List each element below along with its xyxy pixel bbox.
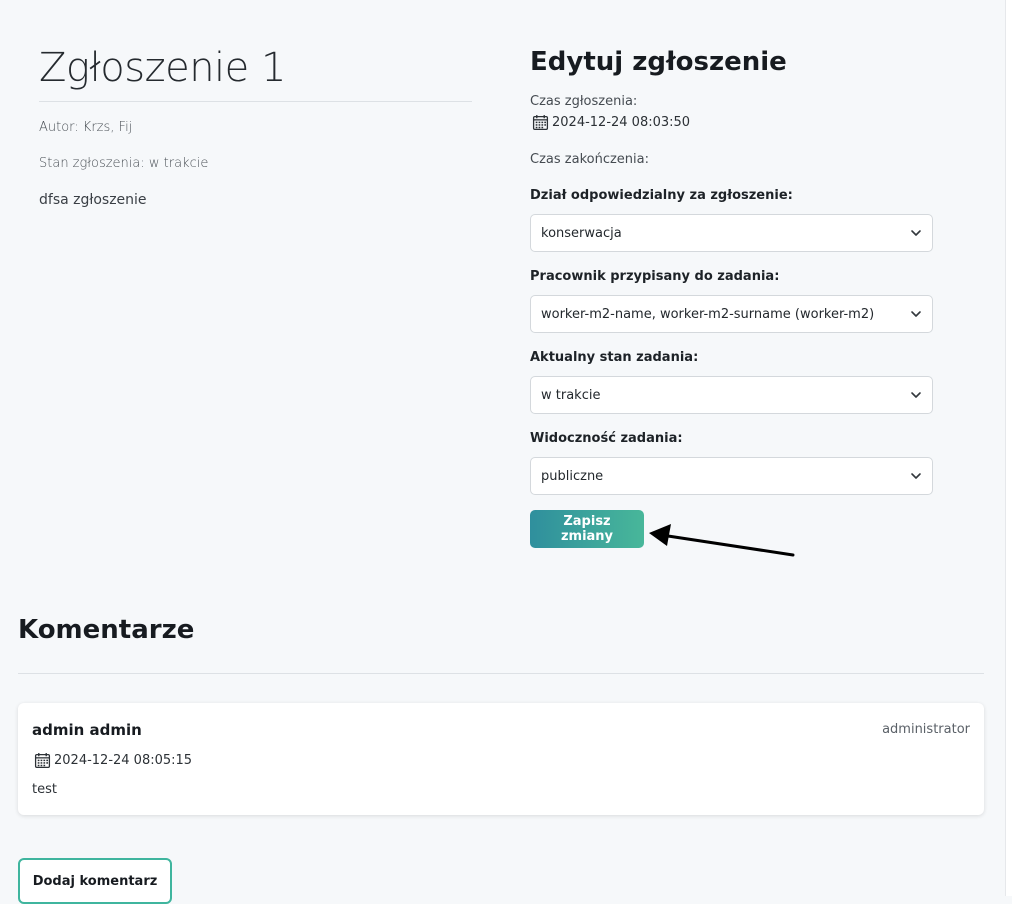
created-time-row: 2024-12-24 08:03:50	[532, 114, 690, 131]
comment-role: administrator	[882, 722, 970, 737]
worker-select[interactable]: worker-m2-name, worker-m2-surname (worke…	[530, 295, 933, 333]
calendar-icon	[532, 115, 549, 131]
edit-form-title: Edytuj zgłoszenie	[530, 47, 787, 77]
state-select-value: w trakcie	[541, 387, 601, 403]
comments-title: Komentarze	[18, 615, 195, 645]
created-time-label: Czas zgłoszenia:	[530, 94, 638, 109]
page-scrollbar[interactable]	[1005, 0, 1012, 896]
chevron-down-icon	[911, 230, 921, 236]
save-changes-button[interactable]: Zapisz zmiany	[530, 510, 644, 548]
comments-divider	[18, 673, 984, 674]
title-divider	[39, 101, 472, 102]
department-select-value: konserwacja	[541, 225, 622, 241]
comment-text: test	[32, 782, 57, 797]
finished-time-label: Czas zakończenia:	[530, 152, 649, 167]
ticket-status: Stan zgłoszenia: w trakcie	[39, 156, 209, 171]
state-select[interactable]: w trakcie	[530, 376, 933, 414]
department-label: Dział odpowiedzialny za zgłoszenie:	[530, 188, 793, 203]
comment-date: 2024-12-24 08:05:15	[54, 753, 193, 768]
add-comment-button[interactable]: Dodaj komentarz	[18, 858, 172, 904]
department-select[interactable]: konserwacja	[530, 214, 933, 252]
visibility-select[interactable]: publiczne	[530, 457, 933, 495]
ticket-description: dfsa zgłoszenie	[39, 192, 147, 208]
chevron-down-icon	[911, 392, 921, 398]
worker-select-value: worker-m2-name, worker-m2-surname (worke…	[541, 306, 875, 322]
calendar-icon	[34, 753, 51, 769]
visibility-label: Widoczność zadania:	[530, 431, 683, 446]
visibility-select-value: publiczne	[541, 468, 604, 484]
chevron-down-icon	[911, 473, 921, 479]
ticket-author: Autor: Krzs, Fij	[39, 120, 133, 135]
state-label: Aktualny stan zadania:	[530, 350, 699, 365]
comment-card: admin admin administrator 2024-12-24 08:…	[18, 703, 984, 815]
comment-date-row: 2024-12-24 08:05:15	[34, 752, 192, 769]
chevron-down-icon	[911, 311, 921, 317]
ticket-title: Zgłoszenie 1	[39, 45, 286, 91]
comment-author: admin admin	[32, 721, 142, 739]
worker-label: Pracownik przypisany do zadania:	[530, 269, 780, 284]
created-time-value: 2024-12-24 08:03:50	[552, 115, 691, 130]
